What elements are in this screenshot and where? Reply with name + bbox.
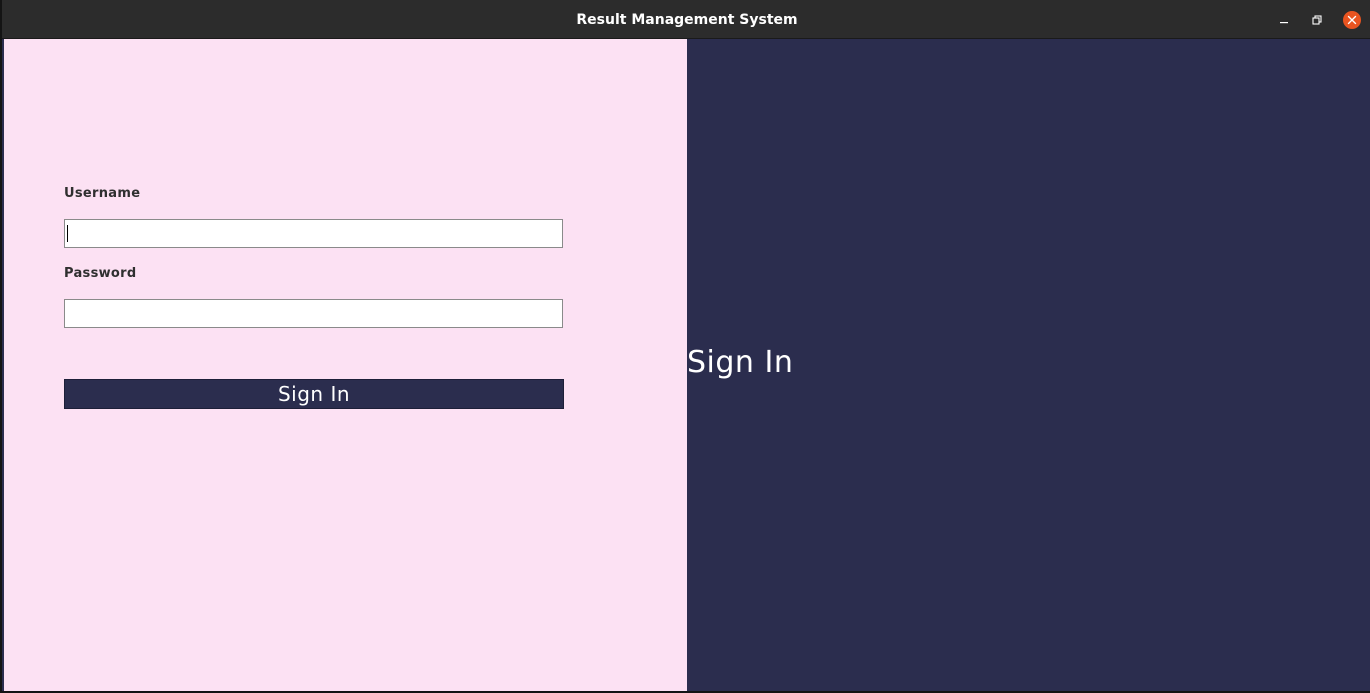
banner-heading: Sign In bbox=[687, 345, 794, 380]
minimize-button[interactable] bbox=[1274, 10, 1294, 30]
password-input[interactable] bbox=[64, 299, 563, 328]
app-window: Result Management System Username Passwo… bbox=[0, 0, 1370, 693]
minimize-icon bbox=[1280, 22, 1288, 24]
close-icon bbox=[1343, 11, 1361, 29]
username-label: Username bbox=[64, 186, 141, 201]
password-label: Password bbox=[64, 266, 137, 281]
restore-icon bbox=[1312, 15, 1322, 25]
text-cursor bbox=[67, 225, 68, 242]
title-bar[interactable]: Result Management System bbox=[2, 0, 1370, 39]
username-input[interactable] bbox=[64, 219, 563, 248]
window-title: Result Management System bbox=[576, 12, 798, 28]
banner-panel: Sign In bbox=[687, 39, 1370, 691]
sign-in-button[interactable]: Sign In bbox=[64, 379, 564, 409]
close-button[interactable] bbox=[1342, 10, 1362, 30]
login-form-panel: Username Password Sign In bbox=[4, 39, 687, 691]
maximize-button[interactable] bbox=[1307, 10, 1327, 30]
